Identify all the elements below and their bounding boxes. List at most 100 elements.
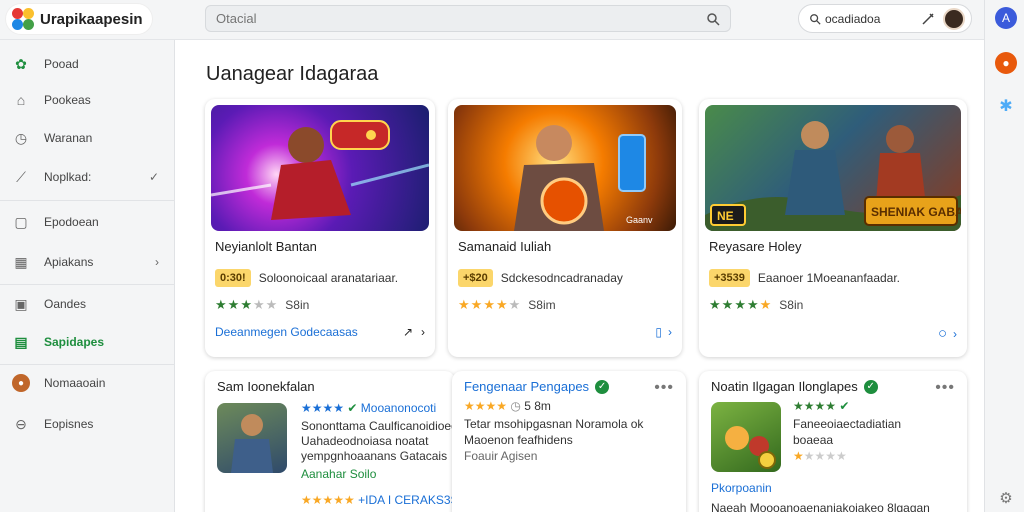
sparkle-icon[interactable]: ✱ — [995, 95, 1017, 117]
clock-icon: ◷ — [14, 129, 28, 146]
star-icon: ★★★★ — [464, 399, 508, 413]
size-label: S8in — [285, 298, 310, 312]
star-icon: ★ — [495, 297, 508, 312]
sidebar-item-home[interactable]: ✿ Pooad — [0, 48, 175, 80]
monkey-icon: ● — [12, 374, 30, 392]
check-icon: ✓ — [148, 170, 159, 184]
star-icon: ★ — [240, 297, 252, 312]
app-logo[interactable]: Urapikaapesin — [6, 4, 152, 34]
desc-line: Sononttama Caulficanoidioed — [301, 419, 455, 433]
desc-line: Uahadeodnoiasa noatat — [301, 434, 429, 448]
footer-actions: ↗ › — [403, 325, 425, 339]
game-card[interactable]: Neyianlolt Bantan 0:30! Soloonoicaal ara… — [205, 99, 435, 357]
search-bar[interactable] — [205, 5, 731, 32]
rating-row: ★★★★ ✔ — [793, 399, 849, 413]
thumbnail-art — [725, 426, 776, 469]
footer-actions: ▯ › — [655, 325, 672, 339]
circle-icon[interactable]: ○ — [938, 325, 947, 342]
star-icon: ★★★★ — [803, 449, 847, 463]
chart-icon: ⟋ — [16, 168, 26, 185]
page-title: Uanagear Idagaraa — [206, 63, 379, 85]
desc-line: Faneeoiaectadiatian — [793, 417, 902, 431]
app-title: Urapikaapesin — [40, 10, 143, 28]
game-thumbnail — [217, 403, 287, 473]
desc-line: boaeaa — [793, 433, 834, 447]
verified-icon: ✓ — [595, 379, 610, 394]
featured-heading: Noatin Ilgagan Ilonglapes ✓ — [711, 379, 878, 394]
more-link[interactable]: Deeanmegen Godecaasas — [215, 325, 358, 339]
chevron-right-icon[interactable]: › — [953, 327, 957, 341]
desc-line: Tetar msohipgasnan Noramola ok — [464, 417, 644, 431]
search-icon — [810, 13, 821, 25]
gear-icon[interactable]: ⚙ — [995, 487, 1017, 509]
share-icon[interactable]: ↗ — [403, 325, 413, 339]
sidebar-item-9[interactable]: ● Nomaaoain — [0, 367, 175, 399]
star-icon: ★ — [483, 297, 495, 312]
main-content: Uanagear Idagaraa Neyianlolt Bantan 0:30… — [176, 41, 984, 512]
rating-text: Mooanonocoti — [360, 401, 437, 415]
app-icon[interactable]: ● — [995, 52, 1017, 74]
assistant-icon[interactable]: A — [995, 7, 1017, 29]
account-pill[interactable]: ocadiadoa — [798, 4, 972, 33]
sidebar-item-7[interactable]: ▣ Oandes — [0, 288, 175, 320]
more-options-icon[interactable]: ••• — [654, 379, 674, 397]
tagline[interactable]: +IDA I CERAKS3S Fonafeoteakans — [358, 493, 455, 507]
search-input[interactable] — [216, 11, 706, 26]
store-icon: ▢ — [14, 213, 28, 230]
star-icon: ★★★★★ — [301, 493, 355, 507]
hero-illustration: NE SHENIAK GABAGE — [705, 121, 961, 231]
hero-illustration — [211, 120, 429, 220]
chevron-right-icon[interactable]: › — [668, 325, 672, 339]
sidebar-item-library[interactable]: ▤ Sapidapes — [0, 326, 175, 358]
star-icon: ★ — [759, 297, 772, 312]
check-icon: ✔ — [839, 399, 850, 413]
sidebar-item-3[interactable]: ◷ Waranan — [0, 122, 175, 154]
price-badge: +$20 — [458, 269, 493, 287]
tagline: Naeah Moooanoaenaniakoiakeo 8lgagan — [711, 501, 930, 512]
game-card[interactable]: Gaanv Samanaid Iuliah +$20 Sdckesodncadr… — [448, 99, 682, 357]
edit-icon[interactable] — [921, 12, 935, 26]
desc-line: yempgnhoaanans Gatacais — [301, 449, 448, 463]
game-meta: 0:30! Soloonoicaal aranatariaar. — [215, 269, 398, 287]
hero-illustration: Gaanv — [514, 125, 653, 231]
star-icon: ★★★★ — [793, 399, 837, 413]
game-card[interactable]: NE SHENIAK GABAGE Reyasare Holey +3539 E… — [699, 99, 967, 357]
more-link[interactable]: Pkorpoanin — [711, 481, 772, 495]
featured-title: Noatin Ilgagan Ilonglapes — [711, 379, 858, 394]
more-options-icon[interactable]: ••• — [935, 379, 955, 397]
star-icon: ★★★★ — [301, 401, 345, 415]
sidebar: ✿ Pooad ⌂ Pookeas ◷ Waranan ⟋ Noplkad: ✓… — [0, 40, 175, 512]
featured-title: Fengenaar Pengapes — [464, 379, 590, 394]
clipboard-icon[interactable]: ▯ — [655, 325, 662, 339]
search-icon[interactable] — [706, 12, 720, 26]
rating: ★ ★ ★ ★ ★ S8im — [458, 297, 556, 313]
game-meta: +$20 Sdckesodncadranaday — [458, 269, 623, 287]
star-icon: ★ — [709, 297, 721, 312]
star-icon: ★ — [227, 297, 240, 312]
account-pill-label: ocadiadoa — [825, 11, 881, 26]
featured-card[interactable]: Fengenaar Pengapes ✓ ••• ★★★★ ◷ 5 8m Tet… — [452, 371, 686, 512]
game-title: Samanaid Iuliah — [458, 239, 552, 254]
game-desc: Sdckesodncadranaday — [500, 271, 623, 285]
sidebar-item-6[interactable]: ▦ Apiakans › — [0, 246, 175, 278]
featured-card[interactable]: Sam Ioonekfalan ★★★★ ✔ Mooanonocoti Sono… — [205, 371, 455, 512]
game-desc: Eaanoer 1Moeananfaadar. — [757, 271, 901, 285]
game-title: Reyasare Holey — [709, 239, 802, 254]
grid-icon: ▦ — [14, 253, 28, 270]
featured-card[interactable]: Noatin Ilgagan Ilonglapes ✓ ••• ★★★★ ✔ F… — [699, 371, 967, 512]
sidebar-item-4[interactable]: ⟋ Noplkad: ✓ — [0, 161, 175, 193]
star-icon: ★ — [458, 297, 470, 312]
sidebar-item-5[interactable]: ▢ Epodoean — [0, 206, 175, 238]
desc-line: Foauir Agisen — [464, 449, 538, 463]
chevron-right-icon[interactable]: › — [421, 325, 425, 339]
sidebar-item-10[interactable]: ⊖ Eopisnes — [0, 408, 175, 440]
star-icon: ★ — [215, 297, 227, 312]
rating: ★ ★ ★ ★ ★ S8in — [215, 297, 309, 313]
size-label: S8im — [528, 298, 556, 312]
rating-row: ★★★★★ — [793, 449, 847, 463]
tagline-row: Naeah Moooanoaenaniakoiakeo 8lgagan — [711, 501, 930, 512]
rating-row: ★★★★ ✔ Mooanonocoti — [301, 401, 436, 415]
desc-line: Maoenon feafhidens — [464, 433, 573, 447]
user-avatar[interactable] — [943, 7, 965, 30]
sidebar-item-2[interactable]: ⌂ Pookeas — [0, 84, 175, 116]
